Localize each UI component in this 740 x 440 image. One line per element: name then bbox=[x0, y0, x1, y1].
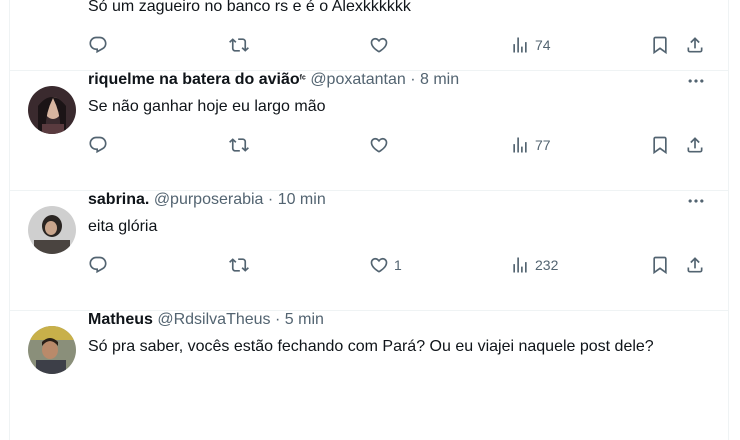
view-count: 74 bbox=[535, 37, 551, 53]
post-text: Só um zagueiro no banco rs e é o Alexkkk… bbox=[88, 0, 411, 15]
repost-icon bbox=[229, 255, 249, 275]
share-button[interactable] bbox=[685, 34, 705, 56]
avatar[interactable] bbox=[28, 86, 76, 134]
avatar-image bbox=[28, 206, 76, 254]
post-text: Só pra saber, vocês estão fechando com P… bbox=[88, 338, 654, 355]
post-timestamp[interactable]: 10 min bbox=[278, 191, 326, 208]
bookmark-button[interactable] bbox=[650, 34, 670, 56]
bookmark-icon bbox=[650, 255, 670, 275]
heart-icon bbox=[369, 255, 389, 275]
user-handle[interactable]: @purposerabia bbox=[154, 191, 264, 208]
more-button[interactable] bbox=[686, 191, 706, 211]
like-button[interactable] bbox=[369, 34, 389, 56]
views-chart-icon bbox=[510, 135, 530, 155]
post[interactable]: sabrina. @purposerabia · 10 min eita gló… bbox=[10, 191, 728, 311]
post[interactable]: Matheus @RdsilvaTheus · 5 min Só pra sab… bbox=[10, 311, 728, 440]
repost-button[interactable] bbox=[229, 254, 249, 276]
share-icon bbox=[685, 255, 705, 275]
separator-dot: · bbox=[410, 71, 416, 88]
bookmark-icon bbox=[650, 135, 670, 155]
timeline-column: Só um zagueiro no banco rs e é o Alexkkk… bbox=[9, 0, 729, 440]
user-handle[interactable]: @RdsilvaTheus bbox=[157, 311, 270, 328]
avatar-image bbox=[28, 86, 76, 134]
reply-icon bbox=[88, 135, 108, 155]
repost-icon bbox=[229, 135, 249, 155]
reply-icon bbox=[88, 255, 108, 275]
repost-icon bbox=[229, 35, 249, 55]
repost-button[interactable] bbox=[229, 134, 249, 156]
avatar[interactable] bbox=[28, 206, 76, 254]
bookmark-icon bbox=[650, 35, 670, 55]
post-actions: 77 bbox=[88, 134, 708, 156]
like-button[interactable] bbox=[369, 134, 389, 156]
name-badge: ᶠᶜ bbox=[299, 74, 306, 85]
display-name[interactable]: Matheus bbox=[88, 311, 153, 328]
like-button[interactable]: 1 bbox=[369, 254, 402, 276]
reply-icon bbox=[88, 35, 108, 55]
avatar-image bbox=[28, 326, 76, 374]
share-icon bbox=[685, 135, 705, 155]
bookmark-button[interactable] bbox=[650, 254, 670, 276]
heart-icon bbox=[369, 135, 389, 155]
post-header: Matheus @RdsilvaTheus · 5 min bbox=[88, 309, 324, 331]
views-button[interactable]: 74 bbox=[510, 34, 551, 56]
views-chart-icon bbox=[510, 255, 530, 275]
display-name[interactable]: riquelme na batera do avião bbox=[88, 71, 300, 88]
share-icon bbox=[685, 35, 705, 55]
more-dots-icon bbox=[686, 71, 706, 91]
views-chart-icon bbox=[510, 35, 530, 55]
views-button[interactable]: 77 bbox=[510, 134, 551, 156]
post-header: sabrina. @purposerabia · 10 min bbox=[88, 189, 326, 211]
post[interactable]: Só um zagueiro no banco rs e é o Alexkkk… bbox=[10, 0, 728, 71]
reply-button[interactable] bbox=[88, 254, 108, 276]
post-actions: 74 bbox=[88, 34, 708, 56]
display-name[interactable]: sabrina. bbox=[88, 191, 149, 208]
view-count: 232 bbox=[535, 257, 559, 273]
share-button[interactable] bbox=[685, 134, 705, 156]
post-timestamp[interactable]: 8 min bbox=[420, 71, 459, 88]
like-count: 1 bbox=[394, 257, 402, 273]
user-handle[interactable]: @poxatantan bbox=[310, 71, 405, 88]
separator-dot: · bbox=[267, 191, 274, 208]
views-button[interactable]: 232 bbox=[510, 254, 558, 276]
heart-icon bbox=[369, 35, 389, 55]
separator-dot: · bbox=[274, 311, 281, 328]
post-header: riquelme na batera do aviãoᶠᶜ @poxatanta… bbox=[88, 69, 459, 91]
bookmark-button[interactable] bbox=[650, 134, 670, 156]
post-text: Se não ganhar hoje eu largo mão bbox=[88, 98, 326, 115]
avatar[interactable] bbox=[28, 326, 76, 374]
more-dots-icon bbox=[686, 191, 706, 211]
repost-button[interactable] bbox=[229, 34, 249, 56]
post[interactable]: riquelme na batera do aviãoᶠᶜ @poxatanta… bbox=[10, 71, 728, 191]
more-button[interactable] bbox=[686, 71, 706, 91]
share-button[interactable] bbox=[685, 254, 705, 276]
reply-button[interactable] bbox=[88, 134, 108, 156]
post-text: eita glória bbox=[88, 218, 158, 235]
reply-button[interactable] bbox=[88, 34, 108, 56]
view-count: 77 bbox=[535, 137, 551, 153]
post-actions: 1 232 bbox=[88, 254, 708, 276]
post-timestamp[interactable]: 5 min bbox=[285, 311, 324, 328]
